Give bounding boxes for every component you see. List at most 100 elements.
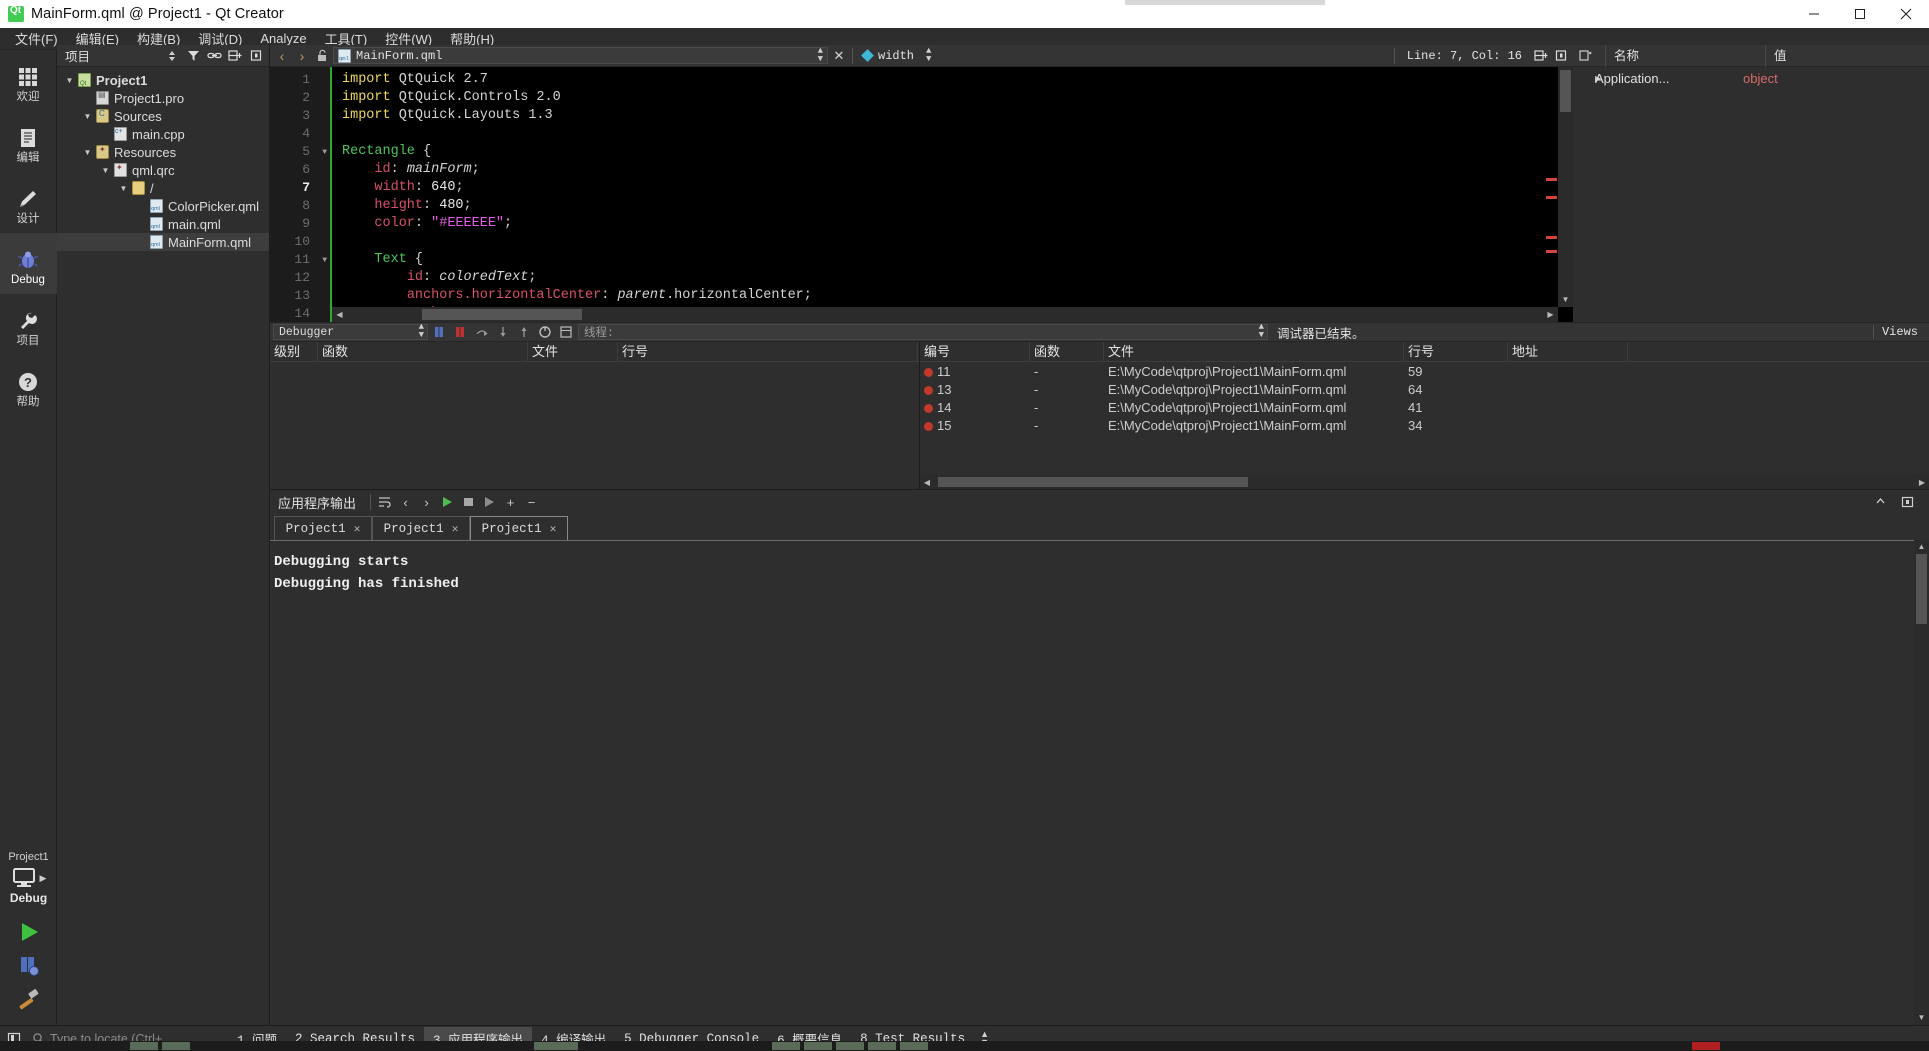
expand-all-icon[interactable] xyxy=(1576,47,1594,65)
chevron-down-icon[interactable]: ▼ xyxy=(81,112,94,121)
wrap-lines-icon[interactable] xyxy=(375,493,394,512)
maximize-pane-icon[interactable] xyxy=(1871,493,1890,512)
line-number[interactable]: 8 xyxy=(270,197,332,215)
application-output-tabs[interactable]: Project1 ✕ Project1 ✕ Project1 ✕ xyxy=(270,514,1929,540)
code-line[interactable] xyxy=(342,233,1573,251)
breakpoint-rows[interactable]: 11 - E:\MyCode\qtproj\Project1\MainForm.qm… xyxy=(920,362,1929,434)
code-line[interactable]: import QtQuick.Layouts 1.3 xyxy=(342,107,1573,125)
views-button[interactable]: Views xyxy=(1872,325,1926,339)
mode-编辑[interactable]: 编辑 xyxy=(0,111,57,172)
output-tab[interactable]: Project1 ✕ xyxy=(274,516,372,540)
breakpoints-column-header[interactable]: 编号 xyxy=(920,341,1030,362)
tree-item[interactable]: ▼ / xyxy=(57,179,269,197)
link-icon[interactable] xyxy=(205,47,223,65)
zoom-out-icon[interactable]: − xyxy=(522,493,541,512)
stop-icon[interactable] xyxy=(452,323,470,341)
code-line[interactable]: import QtQuick.Controls 2.0 xyxy=(342,89,1573,107)
close-pane-icon[interactable] xyxy=(247,47,265,65)
output-tab-close-icon[interactable]: ✕ xyxy=(550,522,557,536)
chevron-down-icon[interactable]: ▼ xyxy=(117,184,130,193)
output-tab-close-icon[interactable]: ✕ xyxy=(452,522,459,536)
breakpoints-column-header[interactable]: 行号 xyxy=(1404,341,1508,362)
output-vertical-scrollbar[interactable]: ▲ ▼ xyxy=(1914,540,1929,1025)
code-area[interactable]: 1 2 3 4 5 ▼ 6 7 8 9 10 11 ▼ 12 13 14 import QtQuick 2.7… xyxy=(270,67,1573,322)
sort-selector-icon[interactable] xyxy=(163,47,181,65)
line-number[interactable]: 14 xyxy=(270,305,332,322)
chevron-down-icon[interactable]: ▼ xyxy=(63,76,76,85)
tree-item[interactable]: ▼ qml.qrc xyxy=(57,161,269,179)
code-line[interactable]: id: coloredText; xyxy=(342,269,1573,287)
next-item-icon[interactable]: › xyxy=(417,493,436,512)
line-number[interactable]: 7 xyxy=(270,179,332,197)
close-pane-icon[interactable] xyxy=(1898,493,1917,512)
run-button[interactable] xyxy=(15,915,43,949)
restart-icon[interactable] xyxy=(536,323,554,341)
mode-欢迎[interactable]: 欢迎 xyxy=(0,50,57,111)
tree-item[interactable]: main.qml xyxy=(57,215,269,233)
step-into-icon[interactable] xyxy=(494,323,512,341)
stack-column-header[interactable]: 行号 xyxy=(618,341,918,362)
code-line[interactable] xyxy=(342,125,1573,143)
symbol-selector[interactable]: width ▲ ▼ xyxy=(857,47,1390,64)
code-line[interactable]: anchors.horizontalCenter: parent.horizon… xyxy=(342,287,1573,305)
code-line[interactable]: height: 480; xyxy=(342,197,1573,215)
line-number[interactable]: 10 xyxy=(270,233,332,251)
line-number[interactable]: 5 ▼ xyxy=(270,143,332,161)
mode-帮助[interactable]: ? 帮助 xyxy=(0,355,57,416)
code-line[interactable]: Text { xyxy=(342,251,1573,269)
breakpoints-hscroll-thumb[interactable] xyxy=(938,477,1248,487)
breakpoints-column-header[interactable]: 函数 xyxy=(1030,341,1104,362)
locals-row[interactable]: ▶ Application... object xyxy=(1573,67,1929,87)
re-run-icon[interactable] xyxy=(480,493,499,512)
code-line[interactable]: id: mainForm; xyxy=(342,161,1573,179)
tree-item[interactable]: MainForm.qml xyxy=(57,233,269,251)
editor-vscroll-thumb[interactable] xyxy=(1560,70,1571,112)
nav-back-icon[interactable]: ‹ xyxy=(273,47,291,65)
open-document-selector[interactable]: MainForm.qml ▲▼ xyxy=(333,47,828,64)
tree-item[interactable]: ▼ Resources xyxy=(57,143,269,161)
editor-hscroll-thumb[interactable] xyxy=(422,309,582,320)
filter-icon[interactable] xyxy=(184,47,202,65)
breakpoint-row[interactable]: 13 - E:\MyCode\qtproj\Project1\MainForm.qm… xyxy=(920,380,1929,398)
step-out-icon[interactable] xyxy=(515,323,533,341)
mode-项目[interactable]: 项目 xyxy=(0,294,57,355)
thread-selector[interactable]: 线程: ▲ ▼ xyxy=(578,323,1268,340)
breakpoint-row[interactable]: 11 - E:\MyCode\qtproj\Project1\MainForm.qm… xyxy=(920,362,1929,380)
line-number[interactable]: 6 xyxy=(270,161,332,179)
mode-debug[interactable]: Debug xyxy=(0,233,57,294)
code-line[interactable]: width: 640; xyxy=(342,179,1573,197)
locals-rows[interactable]: ▶ Application... object xyxy=(1573,67,1929,87)
continue-icon[interactable] xyxy=(431,323,449,341)
build-button[interactable] xyxy=(15,983,43,1017)
chevron-down-icon[interactable]: ▼ xyxy=(99,166,112,175)
unlocked-icon[interactable] xyxy=(313,47,331,65)
line-number[interactable]: 3 xyxy=(270,107,332,125)
output-tab-close-icon[interactable]: ✕ xyxy=(354,522,361,536)
line-number[interactable]: 13 xyxy=(270,287,332,305)
fold-toggle-icon[interactable]: ▼ xyxy=(318,148,327,157)
run-icon[interactable] xyxy=(438,493,457,512)
output-tab[interactable]: Project1 ✕ xyxy=(470,516,568,540)
step-over-icon[interactable] xyxy=(473,323,491,341)
line-number[interactable]: 11 ▼ xyxy=(270,251,332,269)
close-split-icon[interactable] xyxy=(1552,47,1570,65)
source-code[interactable]: import QtQuick 2.7 import QtQuick.Control… xyxy=(332,67,1573,322)
close-button[interactable] xyxy=(1883,0,1929,28)
tree-item[interactable]: ColorPicker.qml xyxy=(57,197,269,215)
prev-item-icon[interactable]: ‹ xyxy=(396,493,415,512)
instruction-view-icon[interactable] xyxy=(557,323,575,341)
output-vscroll-thumb[interactable] xyxy=(1916,554,1927,624)
code-line[interactable]: color: "#EEEEEE"; xyxy=(342,215,1573,233)
code-line[interactable]: import QtQuick 2.7 xyxy=(342,71,1573,89)
tree-item[interactable]: main.cpp xyxy=(57,125,269,143)
output-tab[interactable]: Project1 ✕ xyxy=(372,516,470,540)
stop-icon[interactable] xyxy=(459,493,478,512)
start-debug-button[interactable] xyxy=(15,949,43,983)
tree-item[interactable]: Project1.pro xyxy=(57,89,269,107)
fold-toggle-icon[interactable]: ▼ xyxy=(318,256,327,265)
code-line[interactable]: Rectangle { xyxy=(342,143,1573,161)
breakpoints-hscrollbar[interactable]: ◀ ▶ xyxy=(920,475,1929,489)
line-number[interactable]: 12 xyxy=(270,269,332,287)
line-number[interactable]: 2 xyxy=(270,89,332,107)
zoom-in-icon[interactable]: + xyxy=(501,493,520,512)
